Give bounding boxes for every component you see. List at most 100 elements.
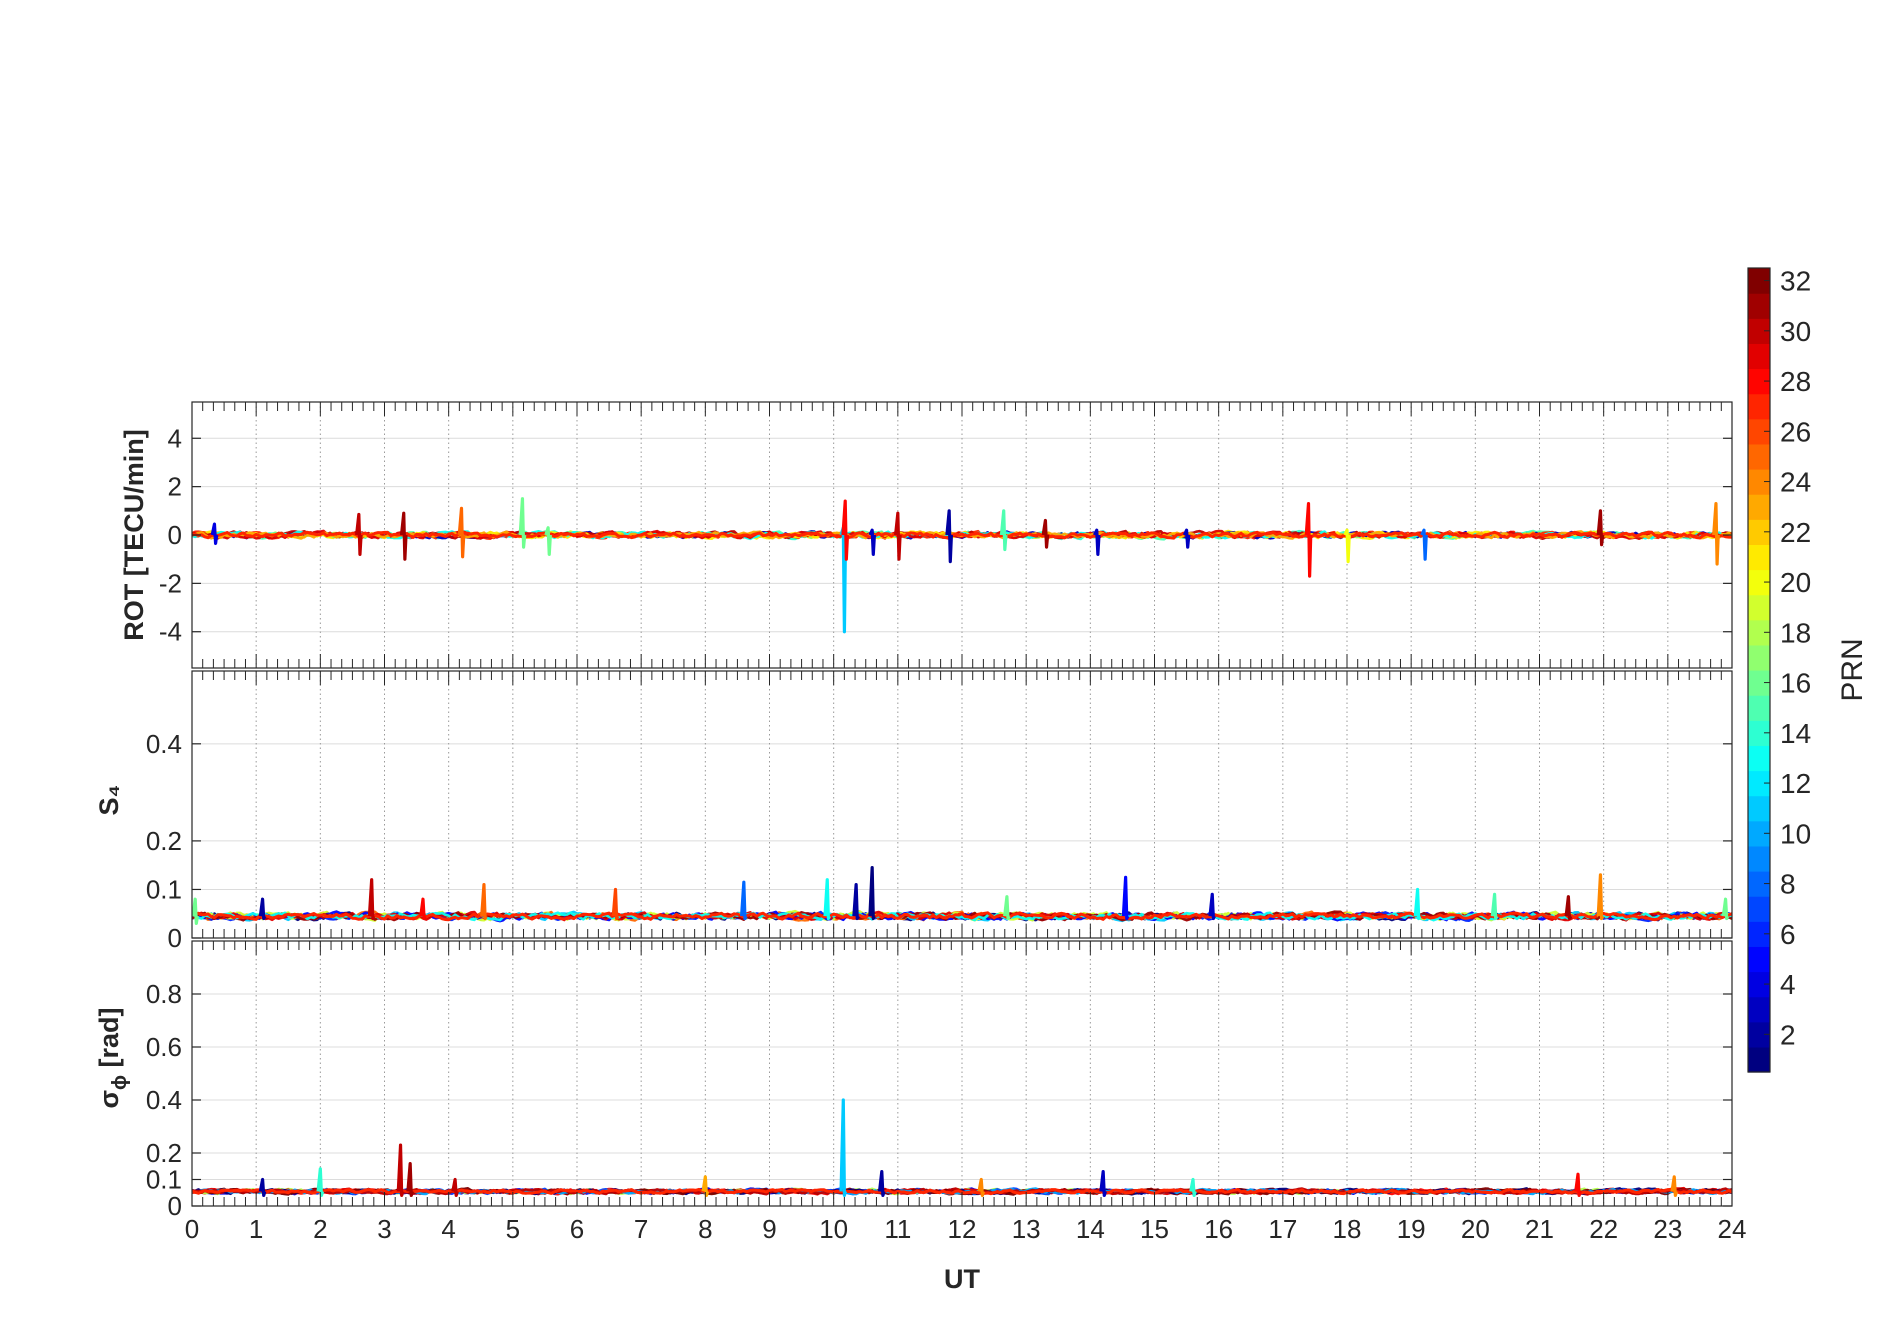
rot-panel: -4 -2 0 2 4 xyxy=(159,401,1733,669)
data-spike xyxy=(1121,875,1130,921)
x-tick-label: 1 xyxy=(249,1214,263,1244)
data-spike xyxy=(406,1162,414,1197)
colorbar-tick-label: 32 xyxy=(1780,266,1811,297)
x-tick-label: 22 xyxy=(1589,1214,1618,1244)
colorbar-segment xyxy=(1748,1046,1770,1073)
y-tick-label: 0 xyxy=(168,923,182,953)
y-tick-label: 0.8 xyxy=(146,979,182,1009)
x-tick-label: 19 xyxy=(1397,1214,1426,1244)
colorbar-label: PRN xyxy=(1836,638,1869,701)
colorbar-segment xyxy=(1748,544,1770,571)
x-tick-label: 5 xyxy=(506,1214,520,1244)
x-tick-label: 6 xyxy=(570,1214,584,1244)
colorbar-tick-label: 14 xyxy=(1780,718,1811,749)
y-tick-label: 0.2 xyxy=(146,826,182,856)
colorbar-tick-label: 30 xyxy=(1780,316,1811,347)
x-tick-label: 20 xyxy=(1461,1214,1490,1244)
y-tick-label: 0 xyxy=(168,1191,182,1221)
y-tick-label: 0.6 xyxy=(146,1032,182,1062)
figure: -4-2024 00.10.20.4 00.10.20.40.60.80 1 2 3 4… xyxy=(0,0,1902,1330)
data-spike xyxy=(852,883,860,921)
y-tick-label: 4 xyxy=(168,423,182,453)
x-tick-label: 9 xyxy=(762,1214,776,1244)
s4-panel: 0 0.1 0.2 0.4 xyxy=(146,670,1733,953)
data-spike xyxy=(868,866,876,921)
data-spike xyxy=(396,1143,405,1197)
data-spike xyxy=(823,878,831,921)
colorbar-tick-label: 10 xyxy=(1780,818,1811,849)
colorbar-segment xyxy=(1748,494,1770,520)
x-axis-label: UT xyxy=(944,1264,980,1294)
colorbar-tick-label: 2 xyxy=(1780,1019,1796,1050)
colorbar-segment xyxy=(1748,644,1770,671)
data-spike xyxy=(1721,897,1730,921)
x-tick-label: 13 xyxy=(1012,1214,1041,1244)
y-tick-label: 0.1 xyxy=(146,1165,182,1195)
data-spike xyxy=(367,878,376,921)
data-spike xyxy=(739,880,748,921)
y-tick-label: 0.1 xyxy=(146,874,182,904)
x-tick-label: 4 xyxy=(441,1214,455,1244)
y-tick-label: 0.4 xyxy=(146,729,182,759)
x-tick-label: 7 xyxy=(634,1214,648,1244)
rot-y-axis-label: ROT [TECU/min] xyxy=(119,429,149,640)
data-spike xyxy=(611,887,620,921)
colorbar-tick-label: 12 xyxy=(1780,768,1811,799)
colorbar-segment xyxy=(1748,293,1770,319)
data-spike xyxy=(258,897,267,921)
x-tick-label: 18 xyxy=(1333,1214,1362,1244)
colorbar-segment xyxy=(1748,946,1770,973)
y-tick-label: -2 xyxy=(159,568,182,598)
colorbar-tick-label: 28 xyxy=(1780,366,1811,397)
colorbar-segment xyxy=(1748,393,1770,420)
x-tick-label: 17 xyxy=(1268,1214,1297,1244)
y-tick-label: 0.4 xyxy=(146,1085,182,1115)
x-tick-label: 24 xyxy=(1718,1214,1747,1244)
colorbar-tick-label: 4 xyxy=(1780,969,1796,1000)
rad-unit: [rad] xyxy=(94,1008,124,1076)
data-spike xyxy=(1413,887,1422,921)
colorbar-tick-label: 18 xyxy=(1780,617,1811,648)
sigma-symbol: σ xyxy=(94,1090,124,1108)
colorbar-segment xyxy=(1748,695,1770,721)
colorbar-segment xyxy=(1748,745,1770,772)
x-tick-label: 15 xyxy=(1140,1214,1169,1244)
colorbar-tick-label: 22 xyxy=(1780,517,1811,548)
data-spike xyxy=(1003,895,1011,921)
s4-y-axis-label: S₄ xyxy=(94,785,124,816)
colorbar-tick-label: 8 xyxy=(1780,869,1796,900)
x-tick-label: 2 xyxy=(313,1214,327,1244)
colorbar-segment xyxy=(1748,594,1770,621)
x-tick-label: 0 xyxy=(185,1214,199,1244)
y-tick-label: 2 xyxy=(168,472,182,502)
x-tick-label: 11 xyxy=(884,1214,911,1244)
x-tick-label: 10 xyxy=(819,1214,848,1244)
y-tick-label: -4 xyxy=(159,617,182,647)
colorbar-tick-label: 20 xyxy=(1780,567,1811,598)
x-tick-label: 14 xyxy=(1076,1214,1105,1244)
data-spike xyxy=(1596,873,1605,921)
colorbar-segment xyxy=(1748,795,1770,822)
x-tick-label: 16 xyxy=(1204,1214,1233,1244)
x-tick-label: 21 xyxy=(1525,1214,1554,1244)
x-tick-label: 12 xyxy=(948,1214,977,1244)
data-spike xyxy=(1208,892,1216,921)
sigma-phi-panel: 00.10.20.40.60.80 1 2 3 4 5 6 7 8 9 10 11 12 13 14 15 16… xyxy=(146,940,1747,1244)
colorbar-tick-label: 26 xyxy=(1780,416,1811,447)
colorbar-segment xyxy=(1748,343,1770,370)
y-tick-label: 0.2 xyxy=(146,1138,182,1168)
phi-subscript: ϕ xyxy=(109,1075,131,1090)
colorbar-segment xyxy=(1748,996,1770,1023)
data-spike xyxy=(419,897,427,921)
colorbar-tick-label: 24 xyxy=(1780,467,1811,498)
y-tick-label: 0 xyxy=(168,520,182,550)
data-spike xyxy=(839,1098,848,1197)
x-tick-label: 3 xyxy=(377,1214,391,1244)
data-spike xyxy=(1490,892,1499,921)
data-spike xyxy=(316,1167,325,1197)
colorbar-tick-label: 6 xyxy=(1780,919,1796,950)
colorbar-segment xyxy=(1748,845,1770,872)
data-spike xyxy=(480,883,488,921)
x-tick-label: 23 xyxy=(1653,1214,1682,1244)
colorbar-segment xyxy=(1748,896,1770,922)
